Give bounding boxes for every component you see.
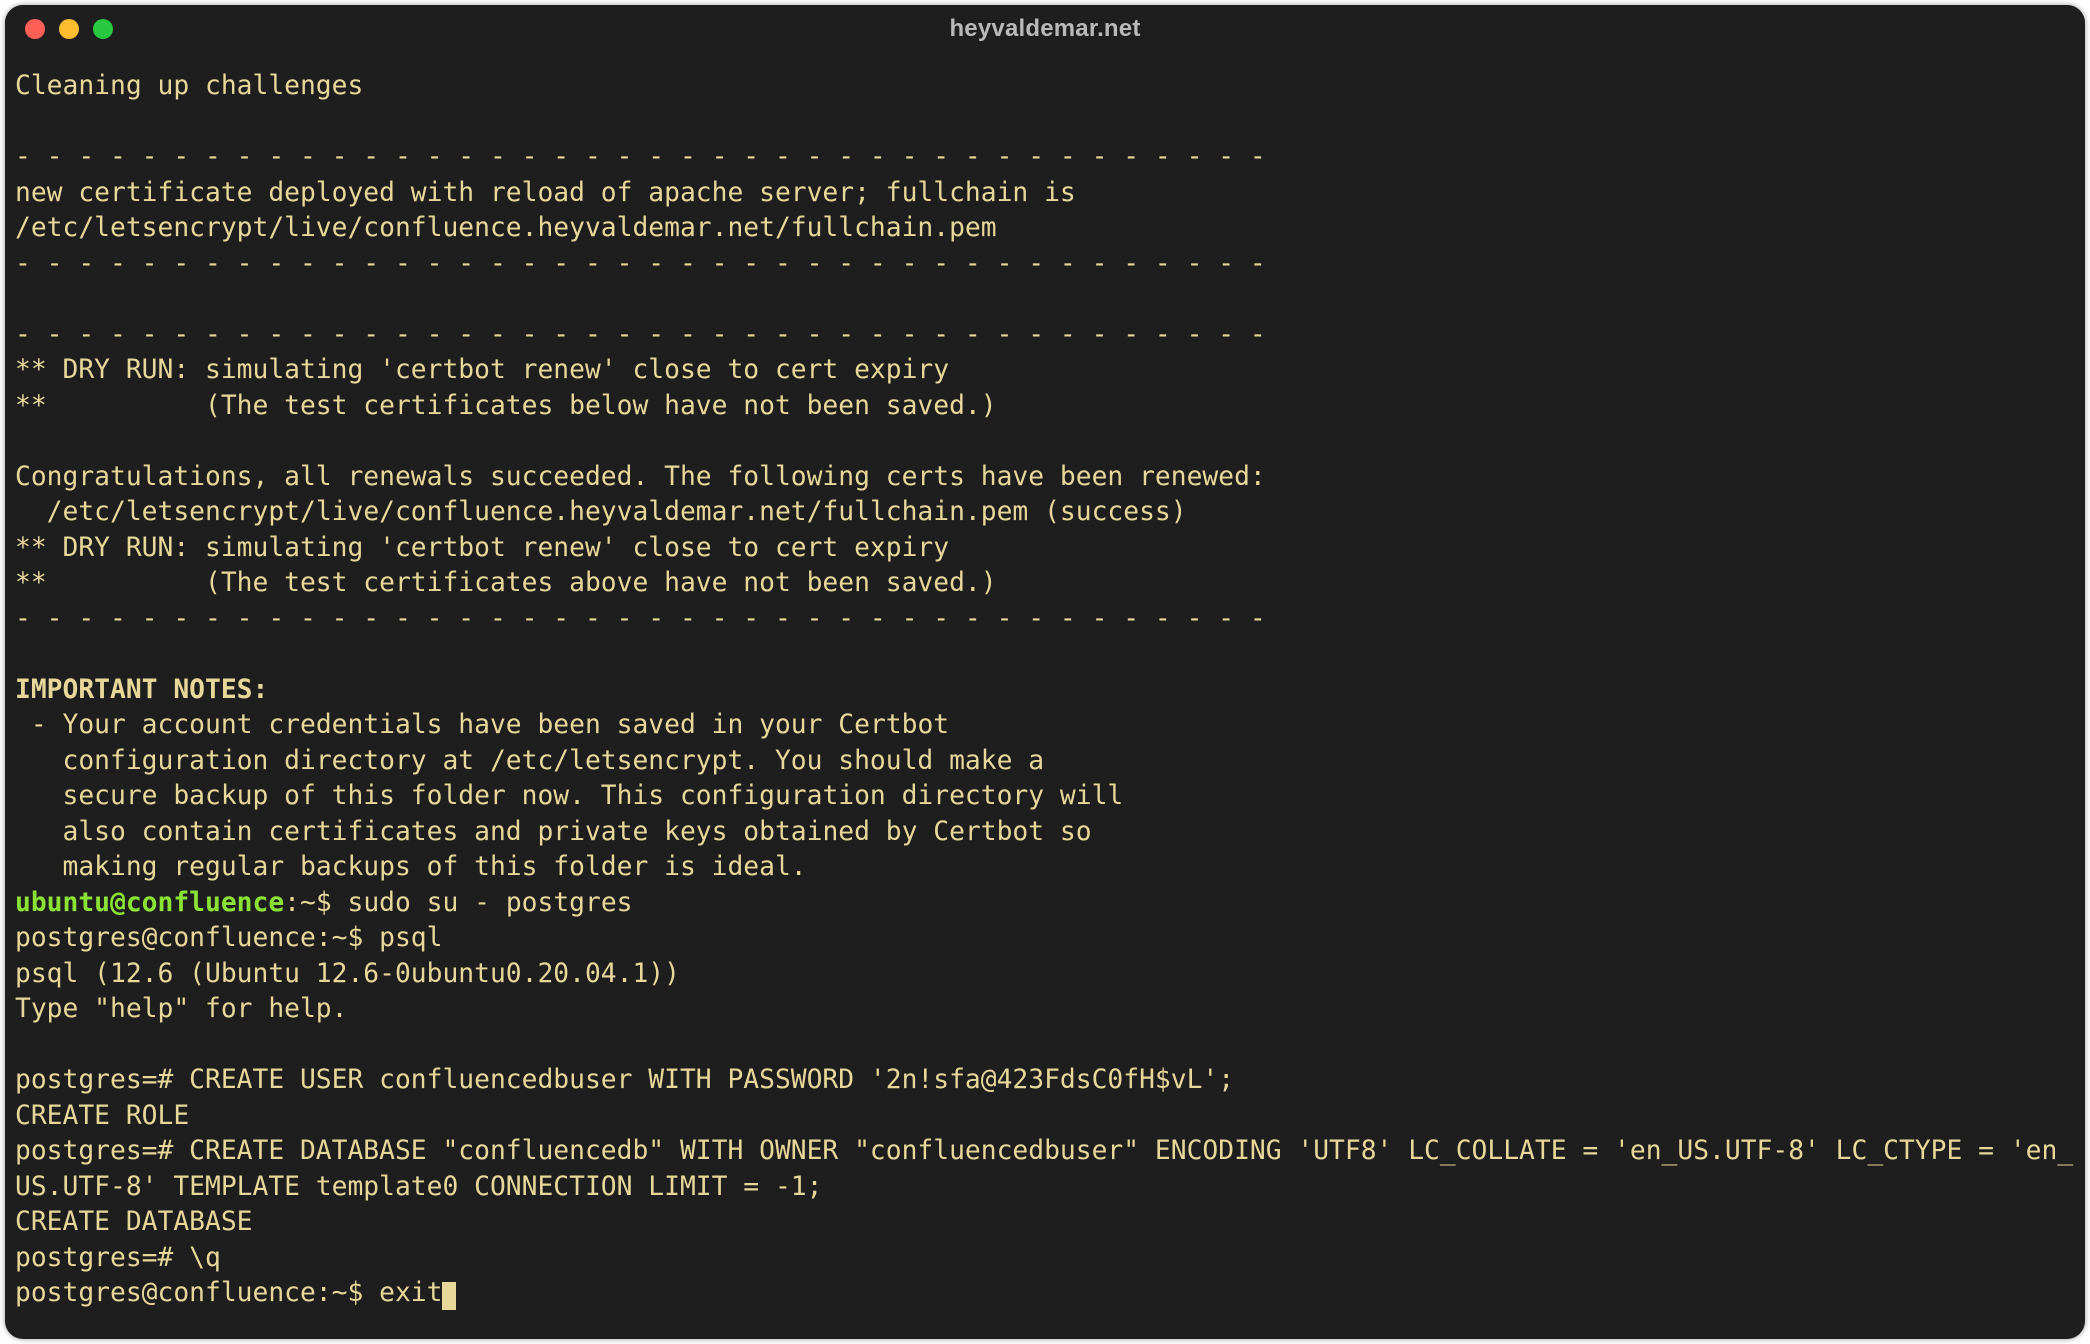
output-line: ** DRY RUN: simulating 'certbot renew' c… [15, 533, 949, 563]
output-line: new certificate deployed with reload of … [15, 178, 1076, 208]
window-title: heyvaldemar.net [5, 15, 2085, 43]
titlebar: heyvaldemar.net [5, 5, 2085, 53]
command-text: exit [379, 1278, 442, 1308]
output-line: also contain certificates and private ke… [15, 817, 1092, 847]
output-line: Cleaning up challenges [15, 71, 363, 101]
prompt-text: postgres@confluence:~$ [15, 1278, 379, 1308]
output-line: - - - - - - - - - - - - - - - - - - - - … [15, 142, 1266, 172]
traffic-lights [25, 19, 113, 39]
output-line: ** (The test certificates below have not… [15, 391, 997, 421]
output-line: - - - - - - - - - - - - - - - - - - - - … [15, 249, 1266, 279]
output-line: postgres=# CREATE USER confluencedbuser … [15, 1065, 1234, 1095]
output-line: postgres=# \q [15, 1243, 221, 1273]
output-line: ** DRY RUN: simulating 'certbot renew' c… [15, 355, 949, 385]
important-notes-heading: IMPORTANT NOTES: [15, 675, 268, 705]
output-line: /etc/letsencrypt/live/confluence.heyvald… [15, 213, 997, 243]
output-line: Congratulations, all renewals succeeded.… [15, 462, 1266, 492]
output-line: secure backup of this folder now. This c… [15, 781, 1123, 811]
output-line: - - - - - - - - - - - - - - - - - - - - … [15, 320, 1266, 350]
output-line: postgres@confluence:~$ psql [15, 923, 442, 953]
terminal-viewport[interactable]: Cleaning up challenges - - - - - - - - -… [5, 53, 2085, 1339]
output-line: ** (The test certificates above have not… [15, 568, 997, 598]
output-line: CREATE DATABASE [15, 1207, 252, 1237]
minimize-icon[interactable] [59, 19, 79, 39]
output-line: CREATE ROLE [15, 1101, 189, 1131]
output-line: - - - - - - - - - - - - - - - - - - - - … [15, 604, 1266, 634]
terminal-window: heyvaldemar.net Cleaning up challenges -… [5, 5, 2085, 1339]
output-line: postgres=# CREATE DATABASE "confluencedb… [15, 1136, 2073, 1202]
output-line: - Your account credentials have been sav… [15, 710, 949, 740]
output-line: /etc/letsencrypt/live/confluence.heyvald… [15, 497, 1187, 527]
output-line: making regular backups of this folder is… [15, 852, 807, 882]
cursor-icon [442, 1282, 456, 1310]
prompt-path: :~$ [284, 888, 347, 918]
close-icon[interactable] [25, 19, 45, 39]
prompt-user-host: ubuntu@confluence [15, 888, 284, 918]
zoom-icon[interactable] [93, 19, 113, 39]
output-line: psql (12.6 (Ubuntu 12.6-0ubuntu0.20.04.1… [15, 959, 680, 989]
output-line: configuration directory at /etc/letsencr… [15, 746, 1044, 776]
command-text: sudo su - postgres [348, 888, 633, 918]
output-line: Type "help" for help. [15, 994, 347, 1024]
